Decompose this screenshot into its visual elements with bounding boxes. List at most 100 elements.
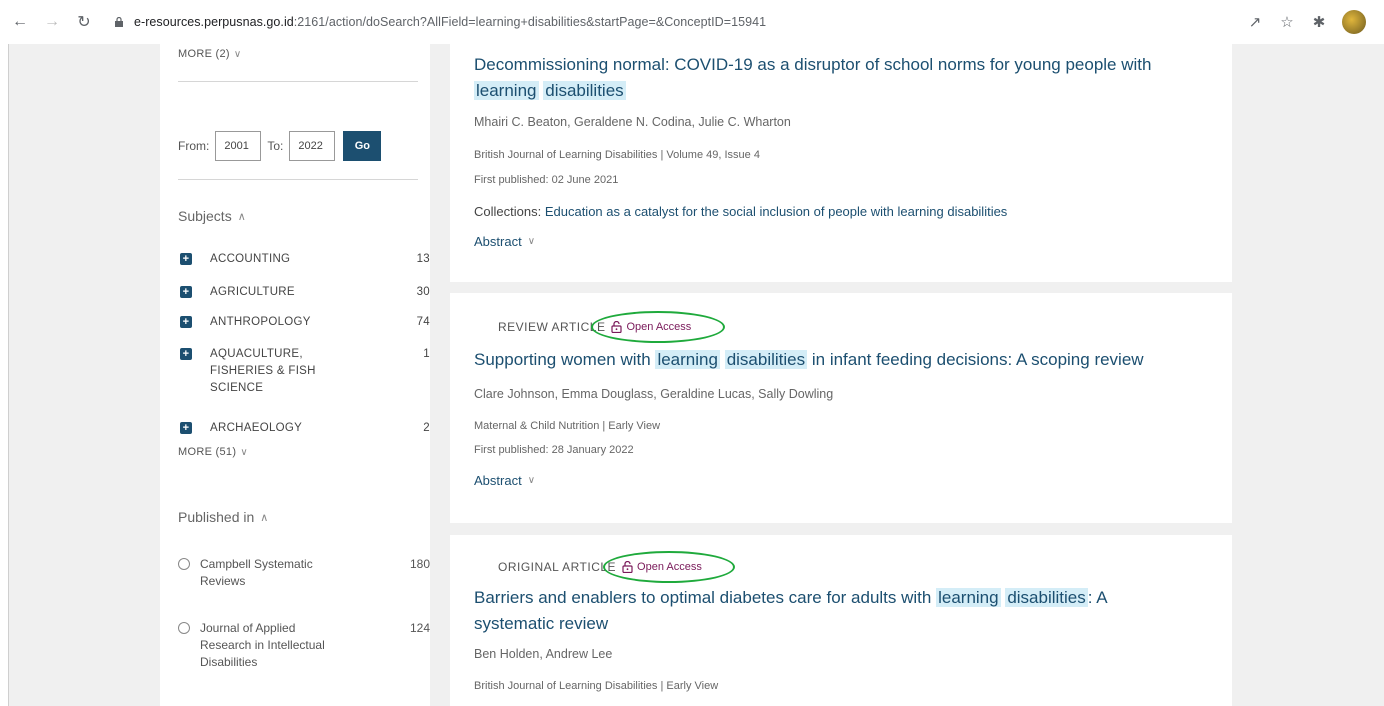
result-title[interactable]: Supporting women with learning disabilit… xyxy=(474,347,1214,373)
publication-count: 180 xyxy=(409,557,430,571)
title-text: systematic review xyxy=(474,614,609,633)
result-journal[interactable]: Maternal & Child Nutrition | Early View xyxy=(474,420,660,432)
share-icon[interactable]: ↗ xyxy=(1246,13,1264,31)
publication-item[interactable]: Campbell Systematic Reviews 180 xyxy=(178,556,430,590)
subject-count: 2 xyxy=(423,422,430,434)
plus-icon[interactable]: + xyxy=(180,286,192,298)
result-published-date: First published: 28 January 2022 xyxy=(474,444,634,456)
title-text: in infant feeding decisions: A scoping r… xyxy=(811,350,1144,369)
subject-item-anthropology[interactable]: + ANTHROPOLOGY 74 xyxy=(180,314,430,331)
annotation-circle xyxy=(603,551,735,583)
subject-count: 74 xyxy=(416,316,430,328)
plus-icon[interactable]: + xyxy=(180,316,192,328)
subject-item-accounting[interactable]: + ACCOUNTING 13 xyxy=(180,251,430,268)
result-authors[interactable]: Clare Johnson, Emma Douglass, Geraldine … xyxy=(474,387,833,401)
forward-arrow-icon[interactable]: → xyxy=(40,10,64,34)
subject-item-archaeology[interactable]: + ARCHAEOLOGY 2 xyxy=(180,420,430,437)
subject-label: ARCHAEOLOGY xyxy=(210,422,303,434)
result-authors[interactable]: Mhairi C. Beaton, Geraldene N. Codina, J… xyxy=(474,115,791,129)
result-title[interactable]: Decommissioning normal: COVID-19 as a di… xyxy=(474,52,1204,104)
more-top-link[interactable]: MORE (2) ∨ xyxy=(178,48,242,60)
subject-label: ANTHROPOLOGY xyxy=(210,316,311,328)
publication-label: Campbell Systematic Reviews xyxy=(200,557,313,588)
subject-item-aquaculture[interactable]: + AQUACULTURE, FISHERIES & FISH SCIENCE … xyxy=(180,346,430,397)
abstract-label: Abstract xyxy=(474,234,522,249)
from-year-input[interactable] xyxy=(215,131,262,161)
title-text: : A xyxy=(1087,588,1108,607)
divider xyxy=(178,179,418,180)
chevron-down-icon: ∨ xyxy=(527,475,536,486)
to-label: To: xyxy=(267,139,284,153)
collections-link[interactable]: Education as a catalyst for the social i… xyxy=(545,204,1007,219)
article-type-label: ORIGINAL ARTICLE xyxy=(498,560,617,574)
title-text: Barriers and enablers to optimal diabete… xyxy=(474,588,932,607)
subject-count: 1 xyxy=(423,348,430,360)
plus-icon[interactable]: + xyxy=(180,422,192,434)
profile-avatar[interactable] xyxy=(1342,10,1366,34)
chevron-down-icon: ∨ xyxy=(527,236,536,247)
from-label: From: xyxy=(178,139,210,153)
star-icon[interactable]: ☆ xyxy=(1278,13,1296,31)
result-journal[interactable]: British Journal of Learning Disabilities… xyxy=(474,149,760,161)
abstract-label: Abstract xyxy=(474,473,522,488)
publication-count: 124 xyxy=(409,621,430,635)
title-highlight: learning xyxy=(655,350,720,369)
title-highlight: learning xyxy=(936,588,1001,607)
subjects-heading-label: Subjects xyxy=(178,208,232,224)
title-highlight: disabilities xyxy=(1005,588,1088,607)
publication-label: Journal of Applied Research in Intellect… xyxy=(200,621,325,669)
go-button[interactable]: Go xyxy=(343,131,382,161)
more-subjects-label: MORE (51) xyxy=(178,446,237,458)
result-journal[interactable]: British Journal of Learning Disabilities… xyxy=(474,680,718,692)
published-in-heading-label: Published in xyxy=(178,509,255,525)
chevron-down-icon: ∨ xyxy=(233,48,242,60)
reload-icon[interactable]: ↻ xyxy=(72,10,96,34)
result-authors[interactable]: Ben Holden, Andrew Lee xyxy=(474,647,612,661)
left-edge xyxy=(0,44,9,706)
subject-count: 30 xyxy=(416,286,430,298)
radio-button[interactable] xyxy=(178,558,190,570)
back-arrow-icon[interactable]: ← xyxy=(8,10,32,34)
article-type-label: REVIEW ARTICLE xyxy=(498,320,606,334)
address-bar[interactable]: e-resources.perpusnas.go.id:2161/action/… xyxy=(104,7,1246,37)
annotation-circle xyxy=(591,311,725,343)
radio-button[interactable] xyxy=(178,622,190,634)
title-text: Decommissioning normal: COVID-19 as a di… xyxy=(474,55,1152,74)
url-host: e-resources.perpusnas.go.id xyxy=(134,15,294,29)
lock-icon xyxy=(115,17,123,27)
to-year-input[interactable] xyxy=(289,131,336,161)
subject-label: ACCOUNTING xyxy=(210,253,291,265)
filter-sidebar: MORE (2)∨ From: To: Go Subjects∧ + ACCOU… xyxy=(160,44,430,706)
title-text: Supporting women with xyxy=(474,350,651,369)
abstract-toggle[interactable]: Abstract ∨ xyxy=(474,473,535,488)
published-in-heading[interactable]: Published in ∧ xyxy=(178,509,268,525)
subject-label: AQUACULTURE, FISHERIES & FISH SCIENCE xyxy=(210,348,316,394)
abstract-toggle[interactable]: Abstract ∨ xyxy=(474,234,535,249)
subject-label: AGRICULTURE xyxy=(210,286,295,298)
result-published-date: First published: 02 June 2021 xyxy=(474,174,619,186)
title-highlight: learning xyxy=(474,81,539,100)
result-collections: Collections: Education as a catalyst for… xyxy=(474,204,1007,219)
title-highlight: disabilities xyxy=(724,350,808,369)
subjects-heading[interactable]: Subjects ∧ xyxy=(178,208,246,224)
more-subjects-link[interactable]: MORE (51) ∨ xyxy=(178,446,248,458)
chevron-down-icon: ∨ xyxy=(240,446,248,458)
title-highlight: disabilities xyxy=(543,81,626,100)
publication-item[interactable]: Journal of Applied Research in Intellect… xyxy=(178,620,430,671)
more-top-label: MORE (2) xyxy=(178,48,230,60)
result-card: ORIGINAL ARTICLE Open Access Barriers an… xyxy=(450,535,1232,706)
extensions-icon[interactable]: ✱ xyxy=(1310,13,1328,31)
plus-icon[interactable]: + xyxy=(180,253,192,265)
browser-toolbar: ← → ↻ e-resources.perpusnas.go.id:2161/a… xyxy=(0,0,1384,44)
result-card: REVIEW ARTICLE Open Access Supporting wo… xyxy=(450,293,1232,523)
collections-label: Collections: xyxy=(474,204,542,219)
chevron-up-icon: ∧ xyxy=(237,210,246,223)
page-content: MORE (2)∨ From: To: Go Subjects∧ + ACCOU… xyxy=(0,44,1384,706)
subject-item-agriculture[interactable]: + AGRICULTURE 30 xyxy=(180,284,430,301)
date-range-filter: From: To: Go xyxy=(178,131,382,161)
plus-icon[interactable]: + xyxy=(180,348,192,360)
result-card: Decommissioning normal: COVID-19 as a di… xyxy=(450,44,1232,282)
result-title[interactable]: Barriers and enablers to optimal diabete… xyxy=(474,585,1214,637)
subject-count: 13 xyxy=(416,253,430,265)
chevron-up-icon: ∧ xyxy=(260,511,269,524)
